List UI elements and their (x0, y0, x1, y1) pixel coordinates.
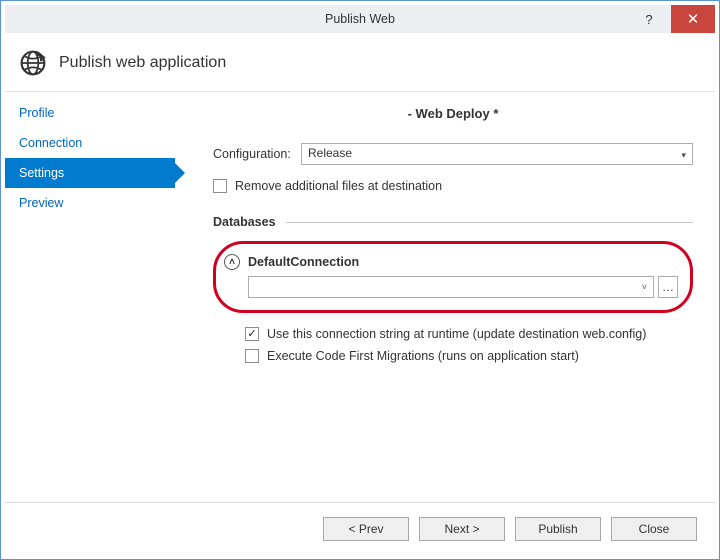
publish-button[interactable]: Publish (515, 517, 601, 541)
sidebar-item-connection[interactable]: Connection (5, 128, 175, 158)
titlebar: Publish Web ? ✕ (5, 5, 715, 33)
databases-heading: Databases (213, 215, 276, 229)
use-connection-label: Use this connection string at runtime (u… (267, 327, 646, 341)
configuration-label: Configuration: (213, 147, 301, 161)
chevron-down-icon: ▾ (681, 150, 686, 161)
chevron-down-icon: ˅ (642, 282, 647, 292)
dialog-header: Publish web application (5, 33, 715, 92)
configuration-value: Release (308, 146, 352, 160)
collapse-icon[interactable]: ˄ (224, 254, 240, 270)
help-button[interactable]: ? (627, 5, 671, 33)
remove-files-checkbox[interactable] (213, 179, 227, 193)
deploy-method-title: - Web Deploy * (213, 106, 693, 121)
dialog-title: Publish web application (59, 54, 226, 72)
window-close-button[interactable]: ✕ (671, 5, 715, 33)
main-panel: - Web Deploy * Configuration: Release ▾ … (175, 92, 715, 502)
configuration-select[interactable]: Release ▾ (301, 143, 693, 165)
use-connection-checkbox[interactable] (245, 327, 259, 341)
sidebar-item-profile[interactable]: Profile (5, 98, 175, 128)
sidebar-item-settings[interactable]: Settings (5, 158, 175, 188)
globe-icon (19, 49, 47, 77)
connection-browse-button[interactable]: … (658, 276, 678, 298)
close-button[interactable]: Close (611, 517, 697, 541)
remove-files-label: Remove additional files at destination (235, 179, 442, 193)
sidebar: Profile Connection Settings Preview (5, 92, 175, 502)
prev-button[interactable]: < Prev (323, 517, 409, 541)
connection-highlight: ˄ DefaultConnection ˅ … (213, 241, 693, 313)
migrations-checkbox[interactable] (245, 349, 259, 363)
next-button[interactable]: Next > (419, 517, 505, 541)
dialog-footer: < Prev Next > Publish Close (5, 502, 715, 555)
window-title: Publish Web (5, 12, 715, 26)
connection-string-input[interactable]: ˅ (248, 276, 654, 298)
connection-name: DefaultConnection (248, 255, 359, 269)
sidebar-item-preview[interactable]: Preview (5, 188, 175, 218)
migrations-label: Execute Code First Migrations (runs on a… (267, 349, 579, 363)
